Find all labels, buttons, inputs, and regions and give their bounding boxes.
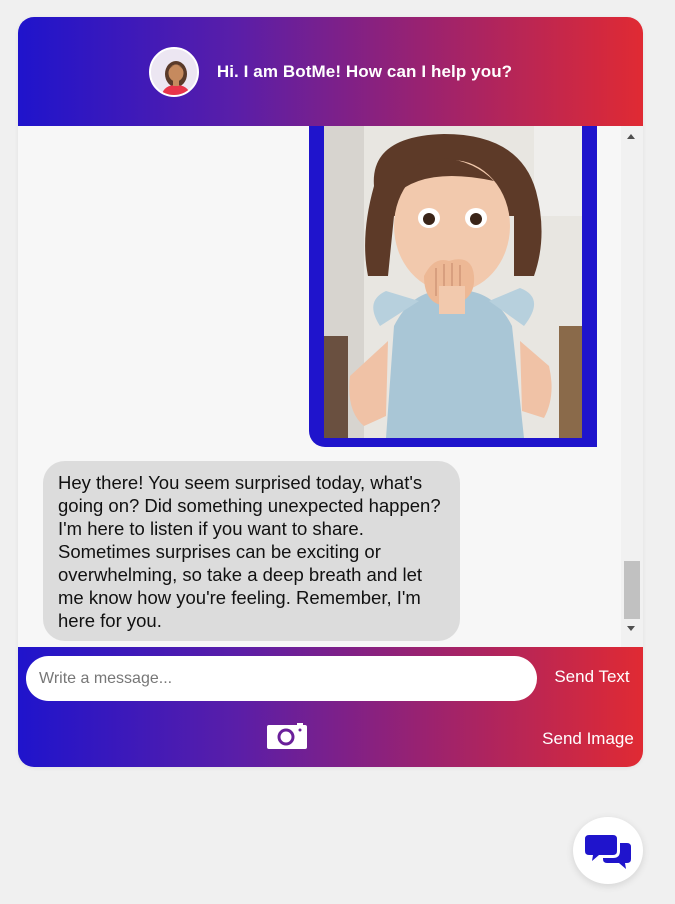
send-text-button[interactable]: Send Text xyxy=(547,667,637,691)
composer: Send Text Send Image xyxy=(18,647,643,767)
messages-area[interactable]: Hey there! You seem surprised today, wha… xyxy=(18,126,643,647)
chat-widget: Hi. I am BotMe! How can I help you? Hey … xyxy=(18,17,643,767)
camera-icon xyxy=(267,723,307,749)
chat-bubbles-icon xyxy=(585,834,631,869)
bot-avatar xyxy=(148,46,199,97)
chat-header: Hi. I am BotMe! How can I help you? xyxy=(18,17,643,126)
scroll-up-arrow-icon[interactable] xyxy=(627,134,635,139)
scrollbar-thumb[interactable] xyxy=(624,561,640,619)
header-title: Hi. I am BotMe! How can I help you? xyxy=(216,61,513,81)
scroll-down-arrow-icon[interactable] xyxy=(627,626,635,631)
user-image-message[interactable] xyxy=(309,126,597,447)
surprised-girl-photo xyxy=(324,126,582,438)
messages-scrollbar[interactable] xyxy=(621,126,643,647)
message-input[interactable] xyxy=(26,656,537,701)
camera-button[interactable] xyxy=(267,723,307,749)
woman-avatar-icon xyxy=(161,60,191,95)
chat-launcher-button[interactable] xyxy=(573,817,643,884)
bot-text-message: Hey there! You seem surprised today, wha… xyxy=(43,461,460,641)
send-image-button[interactable]: Send Image xyxy=(538,729,638,751)
